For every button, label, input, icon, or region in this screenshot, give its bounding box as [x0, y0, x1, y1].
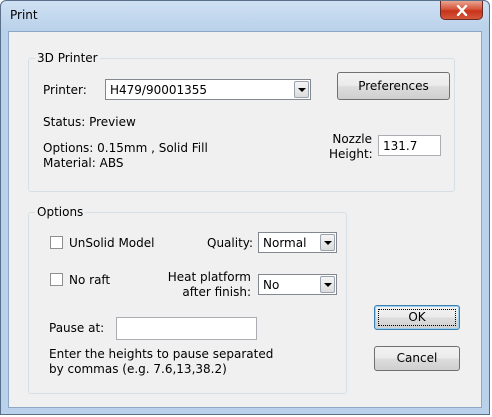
window-title: Print	[10, 8, 38, 22]
pause-hint-line1: Enter the heights to pause separated	[49, 347, 274, 361]
printer-group-legend: 3D Printer	[35, 51, 100, 65]
options-group: Options UnSolid Model Quality: Normal No…	[28, 205, 347, 394]
options-group-legend: Options	[35, 205, 86, 219]
chevron-down-icon[interactable]	[320, 234, 335, 251]
ok-button[interactable]: OK	[374, 305, 460, 330]
pause-at-label: Pause at:	[49, 321, 105, 335]
cancel-button-label: Cancel	[396, 351, 438, 365]
printer-label: Printer:	[43, 83, 87, 97]
status-text: Status: Preview	[43, 115, 136, 129]
cancel-button[interactable]: Cancel	[374, 346, 460, 371]
no-raft-label[interactable]: No raft	[69, 273, 110, 287]
pause-hint-line2: by commas (e.g. 7.6,13,38.2)	[49, 362, 227, 376]
preferences-button-label: Preferences	[358, 79, 429, 93]
nozzle-height-input[interactable]: 131.7	[378, 135, 441, 156]
pause-at-input[interactable]	[116, 317, 257, 340]
quality-select-value: Normal	[263, 236, 307, 250]
preferences-button[interactable]: Preferences	[337, 72, 450, 100]
heat-platform-select[interactable]: No	[258, 274, 337, 295]
options-summary-text: Options: 0.15mm , Solid Fill	[43, 141, 208, 155]
unsolid-model-label[interactable]: UnSolid Model	[69, 236, 154, 250]
quality-label: Quality:	[207, 236, 254, 250]
nozzle-height-value: 131.7	[383, 139, 418, 153]
chevron-down-icon[interactable]	[320, 276, 335, 293]
ok-button-focus-ring	[378, 309, 456, 326]
material-text: Material: ABS	[43, 156, 124, 170]
heat-platform-label-line1: Heat platform	[167, 270, 251, 284]
close-icon	[456, 5, 468, 16]
chevron-down-icon[interactable]	[294, 81, 309, 98]
print-dialog: Print 3D Printer Printer: H479/90001355 …	[0, 0, 490, 415]
printer-select[interactable]: H479/90001355	[105, 79, 311, 100]
close-button[interactable]	[440, 1, 483, 20]
unsolid-model-checkbox[interactable]	[50, 236, 63, 249]
title-bar[interactable]: Print	[1, 1, 489, 31]
quality-select[interactable]: Normal	[258, 232, 337, 253]
printer-select-value: H479/90001355	[110, 83, 208, 97]
printer-group: 3D Printer Printer: H479/90001355 Prefer…	[28, 51, 455, 192]
nozzle-label-line1: Nozzle	[332, 132, 372, 146]
heat-platform-select-value: No	[263, 278, 280, 292]
heat-platform-label-line2: after finish:	[182, 285, 251, 299]
nozzle-label-line2: Height:	[329, 147, 373, 161]
dialog-body: 3D Printer Printer: H479/90001355 Prefer…	[8, 31, 482, 408]
no-raft-checkbox[interactable]	[50, 273, 63, 286]
